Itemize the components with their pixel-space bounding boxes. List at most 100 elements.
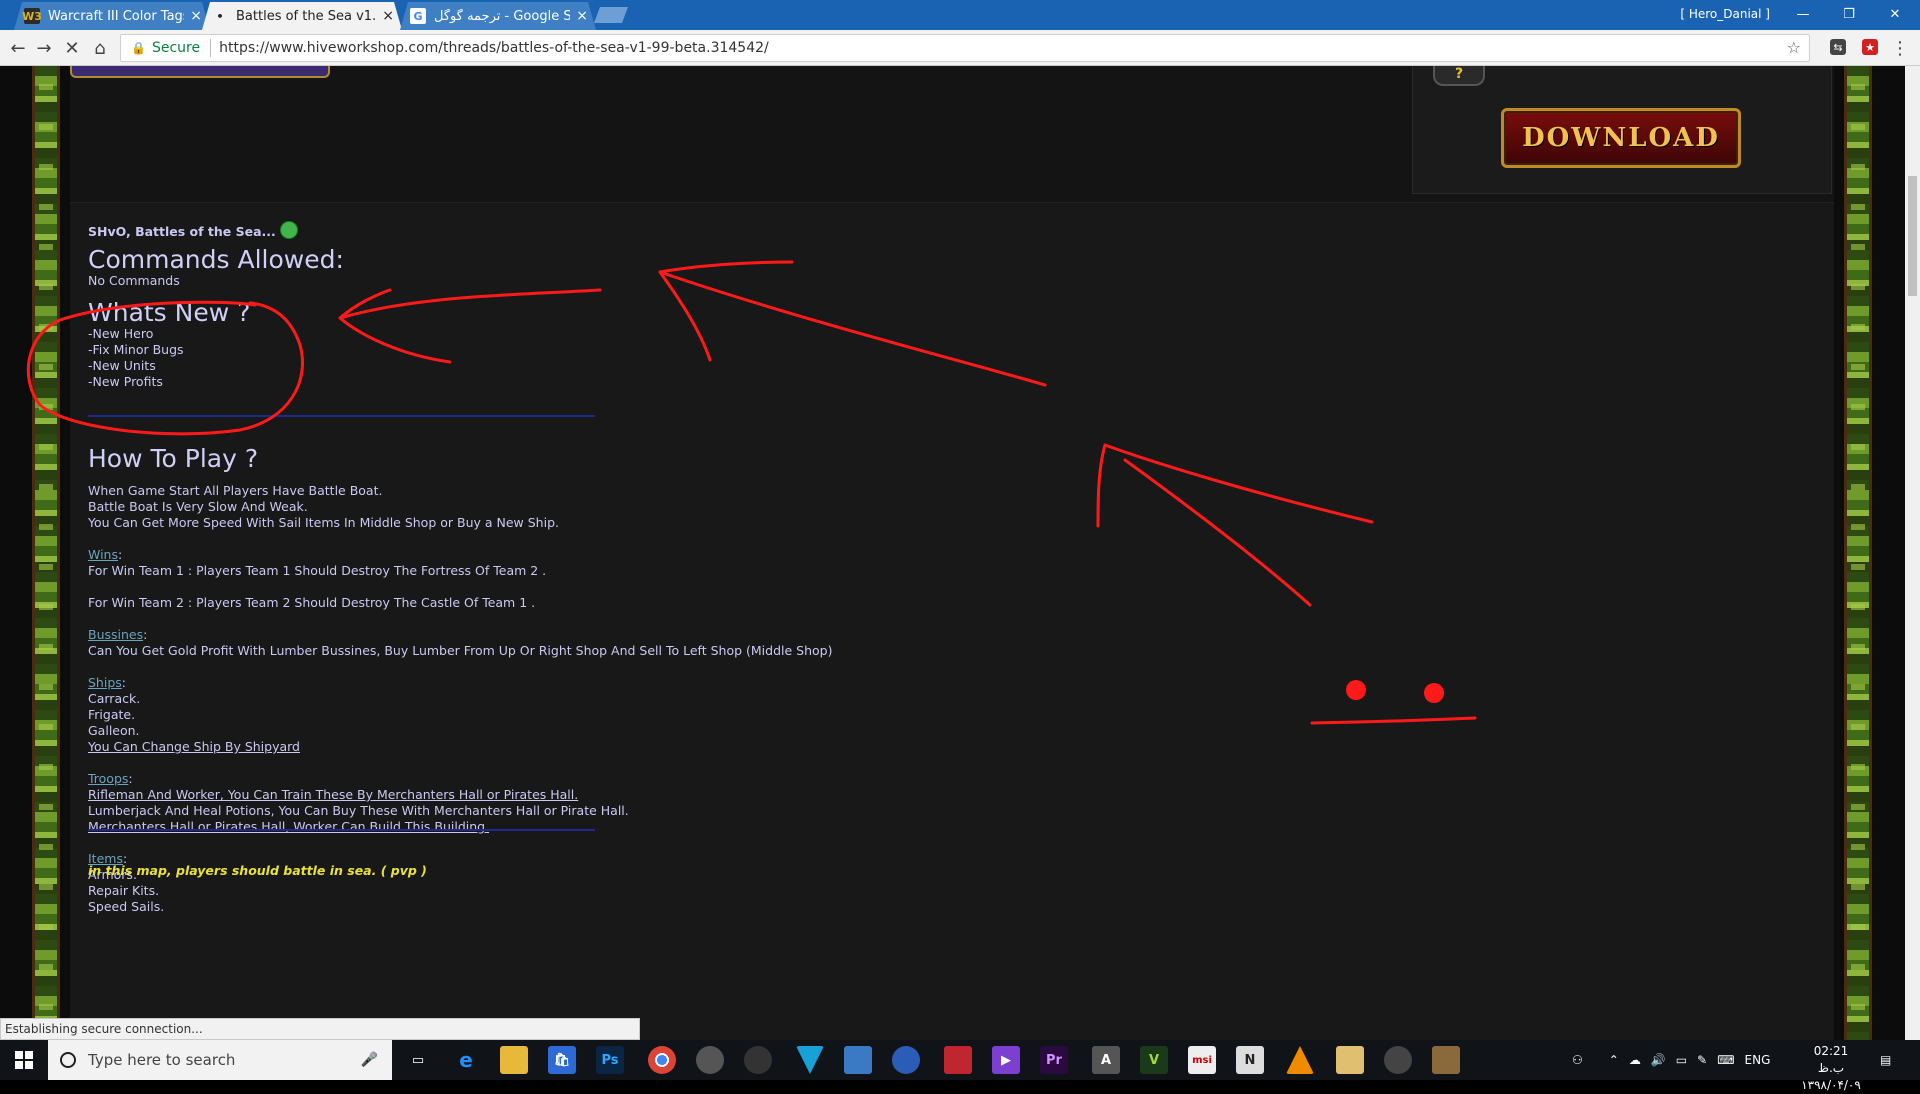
premiere-icon[interactable]: Pr bbox=[1040, 1046, 1068, 1074]
close-tab-icon[interactable]: × bbox=[190, 8, 202, 24]
app-icon[interactable] bbox=[944, 1046, 972, 1074]
chrome-icon[interactable] bbox=[648, 1046, 676, 1074]
author-line: SHvO, Battles of the Sea... bbox=[88, 221, 298, 240]
chevron-up-icon[interactable]: ⌃ bbox=[1609, 1053, 1619, 1067]
home-icon[interactable]: ⌂ bbox=[88, 36, 112, 60]
tab-warcraft-color-tags[interactable]: W3 Warcraft III Color Tags A × bbox=[14, 2, 210, 30]
app-icon[interactable] bbox=[1432, 1046, 1460, 1074]
cortana-icon bbox=[60, 1052, 76, 1068]
language-indicator[interactable]: ENG bbox=[1745, 1053, 1771, 1067]
back-icon[interactable]: ← bbox=[6, 36, 30, 60]
item-line: Speed Sails. bbox=[88, 899, 165, 914]
vlc-icon[interactable] bbox=[1286, 1046, 1314, 1074]
edge-icon[interactable]: e bbox=[452, 1046, 480, 1074]
close-tab-icon[interactable]: × bbox=[382, 8, 394, 24]
network-icon[interactable]: ▭ bbox=[1676, 1053, 1687, 1067]
tab-google-search[interactable]: G ترجمه گوگل - Google Search × bbox=[400, 2, 596, 30]
intro-line: Battle Boat Is Very Slow And Weak. bbox=[88, 499, 308, 514]
taskbar-search-input[interactable]: Type here to search 🎤 bbox=[48, 1040, 392, 1080]
download-panel: ? DOWNLOAD bbox=[1412, 66, 1832, 194]
download-button[interactable]: DOWNLOAD bbox=[1501, 108, 1741, 168]
people-icon[interactable]: ⚇ bbox=[1572, 1053, 1583, 1067]
loading-favicon-icon: • bbox=[216, 9, 224, 23]
scrollbar-thumb[interactable] bbox=[1908, 176, 1917, 296]
tab-title: ترجمه گوگل - Google Search bbox=[434, 8, 571, 24]
page-scrollbar[interactable] bbox=[1905, 66, 1920, 1040]
tab-battles-of-the-sea[interactable]: • Battles of the Sea v1.99 B × bbox=[202, 2, 402, 30]
divider bbox=[88, 829, 595, 831]
whats-new-heading: Whats New ? bbox=[88, 298, 251, 327]
question-icon: ? bbox=[1433, 66, 1485, 86]
web-page: ? DOWNLOAD SHvO, Battles of the Sea... C… bbox=[0, 66, 1905, 1040]
whats-new-list: -New Hero -Fix Minor Bugs -New Units -Ne… bbox=[88, 326, 184, 390]
store-icon[interactable]: 🛍 bbox=[548, 1046, 576, 1074]
file-explorer-icon[interactable] bbox=[500, 1046, 528, 1074]
bookmark-star-icon[interactable]: ☆ bbox=[1787, 38, 1801, 57]
troops-link[interactable]: Troops bbox=[88, 771, 128, 786]
bussines-link[interactable]: Bussines bbox=[88, 627, 143, 642]
bussines-line: Can You Get Gold Profit With Lumber Buss… bbox=[88, 643, 833, 658]
search-placeholder: Type here to search bbox=[88, 1051, 236, 1069]
stop-icon[interactable]: ✕ bbox=[60, 36, 84, 60]
pen-icon[interactable]: ✎ bbox=[1697, 1053, 1707, 1067]
wins-link[interactable]: Wins bbox=[88, 547, 118, 562]
intro-line: When Game Start All Players Have Battle … bbox=[88, 483, 383, 498]
app-icon[interactable]: A bbox=[1092, 1046, 1120, 1074]
minimize-icon[interactable]: — bbox=[1780, 0, 1826, 28]
vine-border-decoration bbox=[1844, 66, 1872, 1040]
app-icon[interactable] bbox=[744, 1046, 772, 1074]
menu-icon[interactable]: ⋮ bbox=[1888, 36, 1912, 60]
keyboard-icon[interactable]: ⌨ bbox=[1717, 1053, 1734, 1067]
secure-label: Secure bbox=[151, 40, 201, 56]
microphone-icon[interactable]: 🎤 bbox=[361, 1052, 378, 1068]
address-bar[interactable]: 🔒 Secure https://www.hiveworkshop.com/th… bbox=[120, 34, 1810, 62]
lock-icon: 🔒 bbox=[131, 41, 146, 55]
cloud-icon[interactable]: ☁ bbox=[1629, 1053, 1641, 1067]
restore-icon[interactable]: ❐ bbox=[1826, 0, 1872, 28]
intro-line: You Can Get More Speed With Sail Items I… bbox=[88, 515, 559, 530]
close-window-icon[interactable]: ✕ bbox=[1872, 0, 1918, 28]
photoshop-icon[interactable]: Ps bbox=[596, 1046, 624, 1074]
ship-item: Carrack. bbox=[88, 691, 141, 706]
wins-line: For Win Team 1 : Players Team 1 Should D… bbox=[88, 563, 547, 578]
ship-item: Frigate. bbox=[88, 707, 136, 722]
item-line: Repair Kits. bbox=[88, 883, 160, 898]
windows-start-icon[interactable] bbox=[0, 1040, 48, 1080]
app-icon[interactable]: N bbox=[1236, 1046, 1264, 1074]
wins-line: For Win Team 2 : Players Team 2 Should D… bbox=[88, 595, 536, 610]
ships-link[interactable]: Ships bbox=[88, 675, 122, 690]
commands-text: No Commands bbox=[88, 273, 180, 288]
app-icon[interactable]: V bbox=[1140, 1046, 1168, 1074]
footer-note: in this map, players should battle in se… bbox=[88, 863, 427, 878]
troops-line: Lumberjack And Heal Potions, You Can Buy… bbox=[88, 803, 629, 818]
app-icon[interactable]: ▶ bbox=[992, 1046, 1020, 1074]
list-item: -New Units bbox=[88, 358, 156, 373]
app-icon[interactable] bbox=[696, 1046, 724, 1074]
list-item: -New Profits bbox=[88, 374, 163, 389]
volume-icon[interactable]: 🔊 bbox=[1651, 1053, 1666, 1067]
thread-container: ? DOWNLOAD SHvO, Battles of the Sea... C… bbox=[70, 66, 1834, 1040]
forward-icon[interactable]: → bbox=[32, 36, 56, 60]
close-tab-icon[interactable]: × bbox=[576, 8, 588, 24]
new-tab-button[interactable] bbox=[594, 7, 628, 23]
status-bar: Establishing secure connection... bbox=[0, 1018, 640, 1040]
thread-post: SHvO, Battles of the Sea... Commands All… bbox=[70, 202, 1834, 1040]
extension-icon[interactable]: ★ bbox=[1862, 39, 1878, 55]
app-icon[interactable] bbox=[1336, 1046, 1364, 1074]
url-text[interactable]: https://www.hiveworkshop.com/threads/bat… bbox=[219, 40, 769, 56]
notification-icon[interactable]: ▤ bbox=[1880, 1040, 1891, 1080]
clock[interactable]: 02:21 ب.ظ ۱۳۹۸/۰۴/۰۹ bbox=[1800, 1043, 1862, 1094]
task-view-icon[interactable]: ▭ bbox=[404, 1046, 432, 1074]
app-icon[interactable] bbox=[1384, 1046, 1412, 1074]
how-to-play-heading: How To Play ? bbox=[88, 444, 259, 473]
windows-taskbar: Type here to search 🎤 ▭ e 🛍 Ps ▶ Pr A V … bbox=[0, 1040, 1920, 1092]
profile-name[interactable]: [ Hero_Danial ] bbox=[1680, 7, 1770, 21]
troops-line: Merchanters Hall or Pirates Hall, Worker… bbox=[88, 819, 490, 834]
app-icon[interactable] bbox=[892, 1046, 920, 1074]
app-icon[interactable] bbox=[844, 1046, 872, 1074]
extension-icon[interactable]: ⇆ bbox=[1830, 39, 1846, 55]
app-icon[interactable] bbox=[796, 1046, 824, 1074]
tab-title: Warcraft III Color Tags A bbox=[48, 8, 183, 24]
ships-note: You Can Change Ship By Shipyard bbox=[88, 739, 300, 754]
app-icon[interactable]: msi bbox=[1188, 1046, 1216, 1074]
